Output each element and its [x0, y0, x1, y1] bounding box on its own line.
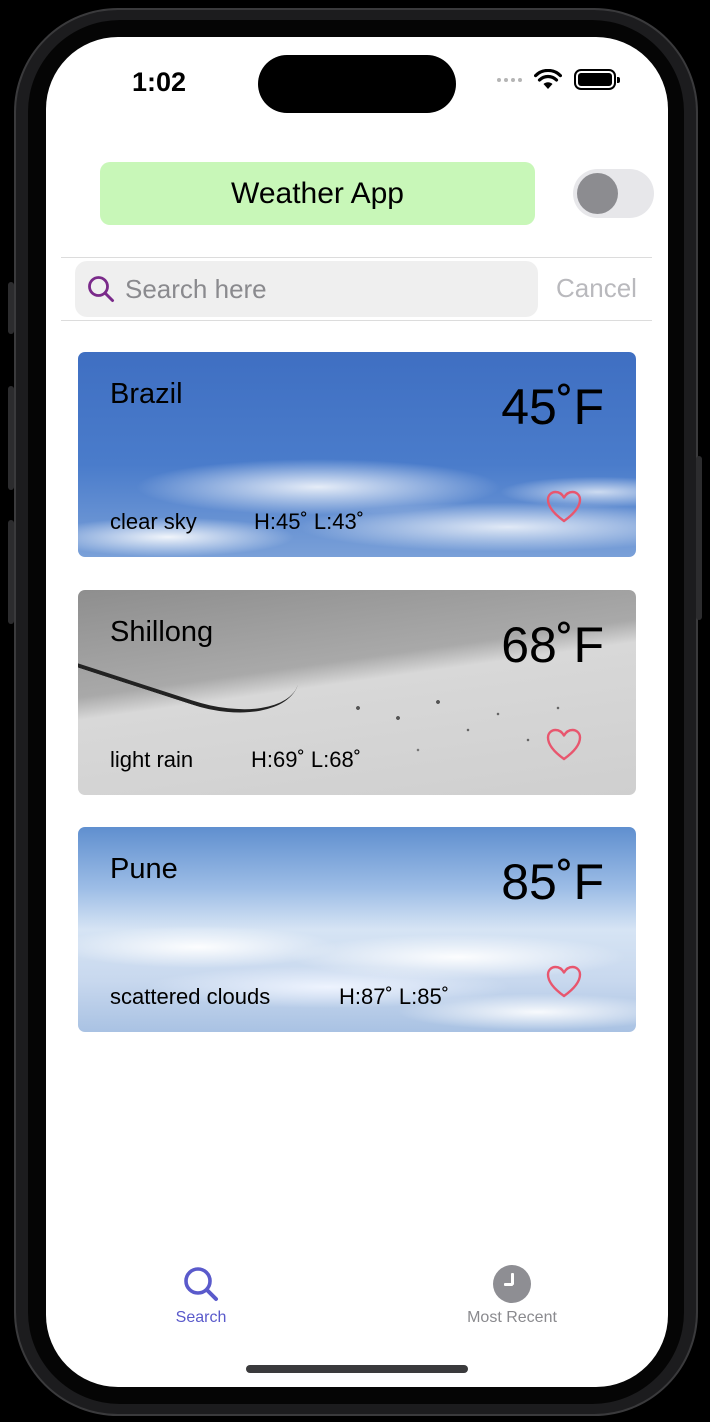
search-icon	[184, 1267, 218, 1301]
status-icons	[497, 69, 620, 90]
app-title-button[interactable]: Weather App	[100, 162, 535, 225]
high-low-temp: H:87˚ L:85˚	[339, 984, 450, 1009]
city-name: Brazil	[110, 378, 183, 410]
weather-card-brazil[interactable]: Brazil 45˚F clear sky H:45˚ L:43˚	[78, 352, 636, 557]
power-button	[696, 456, 702, 620]
tab-most-recent[interactable]: Most Recent	[442, 1265, 582, 1327]
heart-icon[interactable]	[546, 965, 582, 999]
search-input[interactable]	[123, 272, 523, 306]
weather-description: light rain	[110, 747, 194, 772]
high-low-temp: H:45˚ L:43˚	[254, 509, 365, 534]
weather-card-pune[interactable]: Pune 85˚F scattered clouds H:87˚ L:85˚	[78, 827, 636, 1032]
tab-most-recent-label: Most Recent	[467, 1309, 557, 1326]
temperature: 68˚F	[501, 617, 604, 673]
city-name: Pune	[110, 853, 178, 885]
weather-description: scattered clouds	[110, 984, 271, 1009]
temperature: 85˚F	[501, 854, 604, 910]
search-icon	[88, 276, 114, 302]
wifi-icon	[534, 69, 562, 89]
toggle-knob	[577, 173, 618, 214]
cellular-signal-icon	[497, 77, 522, 82]
search-field[interactable]	[75, 261, 538, 317]
dynamic-island	[258, 55, 456, 113]
clock-icon	[493, 1265, 531, 1303]
tab-search-label: Search	[175, 1309, 227, 1326]
heart-icon[interactable]	[546, 490, 582, 524]
search-top-divider	[61, 257, 652, 258]
city-name: Shillong	[110, 616, 214, 648]
theme-toggle[interactable]	[573, 169, 654, 218]
search-bottom-divider	[61, 320, 652, 321]
app-screen: 1:02 Weather App Cancel Brazil 45˚F clea…	[46, 37, 668, 1387]
weather-card-shillong[interactable]: Shillong 68˚F light rain H:69˚ L:68˚	[78, 590, 636, 795]
tab-search[interactable]: Search	[131, 1265, 271, 1327]
heart-icon[interactable]	[546, 728, 582, 762]
volume-down-button	[8, 520, 14, 624]
mute-switch	[8, 282, 14, 334]
battery-icon	[574, 69, 620, 90]
home-indicator[interactable]	[246, 1365, 468, 1373]
weather-description: clear sky	[110, 509, 197, 534]
temperature: 45˚F	[501, 379, 604, 435]
cancel-button[interactable]: Cancel	[556, 273, 637, 304]
volume-up-button	[8, 386, 14, 490]
status-time: 1:02	[132, 67, 187, 97]
high-low-temp: H:69˚ L:68˚	[251, 747, 362, 772]
